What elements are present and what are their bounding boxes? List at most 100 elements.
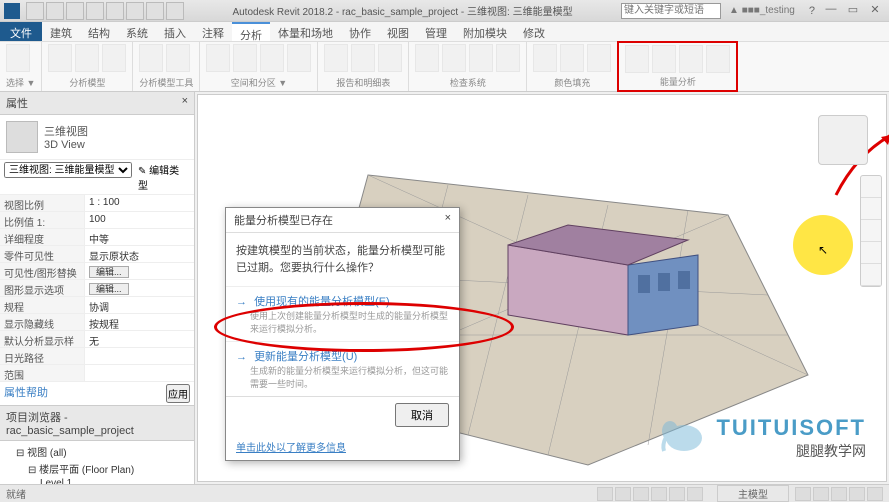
ribbon-tab[interactable]: 建筑 xyxy=(42,22,80,41)
property-value[interactable]: 按规程 xyxy=(85,314,194,330)
property-row[interactable]: 详细程度中等 xyxy=(0,228,194,245)
properties-help-link[interactable]: 属性帮助 xyxy=(4,384,166,403)
property-row[interactable]: 规程协调 xyxy=(0,296,194,313)
ribbon-button[interactable] xyxy=(75,44,99,72)
close-button[interactable]: ✕ xyxy=(865,3,885,19)
ribbon-button[interactable] xyxy=(324,44,348,72)
qat-undo[interactable] xyxy=(66,2,84,20)
status-btn[interactable] xyxy=(795,487,811,501)
dialog-close-icon[interactable]: × xyxy=(445,212,451,228)
dialog-cancel-button[interactable]: 取消 xyxy=(395,403,449,427)
dialog-option-update[interactable]: → 更新能量分析模型(U) 生成新的能量分析模型来运行模拟分析，但这可能需要一些… xyxy=(226,341,459,396)
edit-type-button[interactable]: ✎ 编辑类型 xyxy=(134,162,190,192)
ribbon-button[interactable] xyxy=(587,44,611,72)
status-btn[interactable] xyxy=(687,487,703,501)
property-value[interactable]: 100 xyxy=(85,212,194,228)
status-main-model[interactable]: 主模型 xyxy=(717,485,789,502)
property-value[interactable] xyxy=(85,365,194,381)
ribbon-tab[interactable]: 协作 xyxy=(341,22,379,41)
ribbon-button[interactable] xyxy=(6,44,30,72)
nav-wheel-icon[interactable] xyxy=(861,198,881,220)
property-edit-button[interactable]: 编辑... xyxy=(89,266,129,278)
status-btn[interactable] xyxy=(849,487,865,501)
property-row[interactable]: 比例值 1:100 xyxy=(0,211,194,228)
dialog-option-use-existing[interactable]: → 使用现有的能量分析模型(E) 使用上次创建能量分析模型时生成的能量分析模型来… xyxy=(226,286,459,341)
ribbon-button[interactable] xyxy=(378,44,402,72)
ribbon-button[interactable] xyxy=(287,44,311,72)
qat-measure[interactable] xyxy=(146,2,164,20)
qat-save[interactable] xyxy=(46,2,64,20)
ribbon-button[interactable] xyxy=(625,45,649,73)
property-row[interactable]: 图形显示选项编辑... xyxy=(0,279,194,296)
property-value[interactable]: 显示原状态 xyxy=(85,246,194,262)
nav-home-icon[interactable] xyxy=(861,176,881,198)
ribbon-tab[interactable]: 注释 xyxy=(194,22,232,41)
ribbon-tab[interactable]: 系统 xyxy=(118,22,156,41)
ribbon-button[interactable] xyxy=(496,44,520,72)
status-btn[interactable] xyxy=(831,487,847,501)
property-row[interactable]: 范围 xyxy=(0,364,194,381)
app-menu-button[interactable] xyxy=(4,3,20,19)
apply-button[interactable]: 应用 xyxy=(166,384,190,403)
minimize-button[interactable]: — xyxy=(821,3,841,19)
ribbon-button[interactable] xyxy=(706,45,730,73)
ribbon-tab[interactable]: 管理 xyxy=(417,22,455,41)
ribbon-tab[interactable]: 视图 xyxy=(379,22,417,41)
status-btn[interactable] xyxy=(813,487,829,501)
user-label[interactable]: ▲ ■■■_testing xyxy=(729,5,795,16)
tree-node[interactable]: Level 1 xyxy=(2,477,192,484)
property-row[interactable]: 日光路径 xyxy=(0,347,194,364)
dialog-more-info-link[interactable]: 单击此处以了解更多信息 xyxy=(226,433,459,460)
ribbon-tab[interactable]: 附加模块 xyxy=(455,22,515,41)
property-row[interactable]: 可见性/图形替换编辑... xyxy=(0,262,194,279)
property-row[interactable]: 视图比例1 : 100 xyxy=(0,194,194,211)
property-value[interactable]: 无 xyxy=(85,331,194,347)
property-value[interactable] xyxy=(85,348,194,364)
tree-node[interactable]: ⊟ 视图 (all) xyxy=(2,443,192,460)
help-icon[interactable]: ? xyxy=(809,5,815,17)
property-row[interactable]: 零件可见性显示原状态 xyxy=(0,245,194,262)
qat-more[interactable] xyxy=(166,2,184,20)
view-cube[interactable] xyxy=(818,115,868,165)
ribbon-tab[interactable]: 分析 xyxy=(232,22,270,41)
property-value[interactable]: 编辑... xyxy=(85,263,194,279)
ribbon-tab[interactable]: 修改 xyxy=(515,22,553,41)
ribbon-button[interactable] xyxy=(139,44,163,72)
ribbon-button[interactable] xyxy=(679,45,703,73)
tree-node[interactable]: ⊟ 楼层平面 (Floor Plan) xyxy=(2,460,192,477)
instance-selector[interactable]: 三维视图: 三维能量模型 xyxy=(4,162,132,178)
property-edit-button[interactable]: 编辑... xyxy=(89,283,129,295)
ribbon-button[interactable] xyxy=(233,44,257,72)
status-btn[interactable] xyxy=(597,487,613,501)
ribbon-button[interactable] xyxy=(102,44,126,72)
status-btn[interactable] xyxy=(867,487,883,501)
navigation-bar[interactable] xyxy=(860,175,882,287)
restore-button[interactable]: ▭ xyxy=(843,3,863,19)
nav-orbit-icon[interactable] xyxy=(861,264,881,286)
file-tab[interactable]: 文件 xyxy=(0,22,42,41)
status-btn[interactable] xyxy=(651,487,667,501)
qat-print[interactable] xyxy=(106,2,124,20)
properties-close-icon[interactable]: × xyxy=(182,95,188,111)
property-row[interactable]: 显示隐藏线按规程 xyxy=(0,313,194,330)
ribbon-tab[interactable]: 体量和场地 xyxy=(270,22,341,41)
project-browser[interactable]: ⊟ 视图 (all)⊟ 楼层平面 (Floor Plan)Level 1Leve… xyxy=(0,441,194,484)
property-value[interactable]: 协调 xyxy=(85,297,194,313)
help-search-input[interactable] xyxy=(621,3,721,19)
ribbon-button[interactable] xyxy=(533,44,557,72)
status-btn[interactable] xyxy=(669,487,685,501)
property-value[interactable]: 1 : 100 xyxy=(85,195,194,211)
qat-sync[interactable] xyxy=(126,2,144,20)
status-btn[interactable] xyxy=(633,487,649,501)
status-btn[interactable] xyxy=(615,487,631,501)
ribbon-button[interactable] xyxy=(442,44,466,72)
property-row[interactable]: 默认分析显示样式无 xyxy=(0,330,194,347)
ribbon-button[interactable] xyxy=(166,44,190,72)
qat-open[interactable] xyxy=(26,2,44,20)
ribbon-button[interactable] xyxy=(206,44,230,72)
property-value[interactable]: 中等 xyxy=(85,229,194,245)
property-value[interactable]: 编辑... xyxy=(85,280,194,296)
ribbon-button[interactable] xyxy=(652,45,676,73)
ribbon-button[interactable] xyxy=(48,44,72,72)
ribbon-button[interactable] xyxy=(560,44,584,72)
